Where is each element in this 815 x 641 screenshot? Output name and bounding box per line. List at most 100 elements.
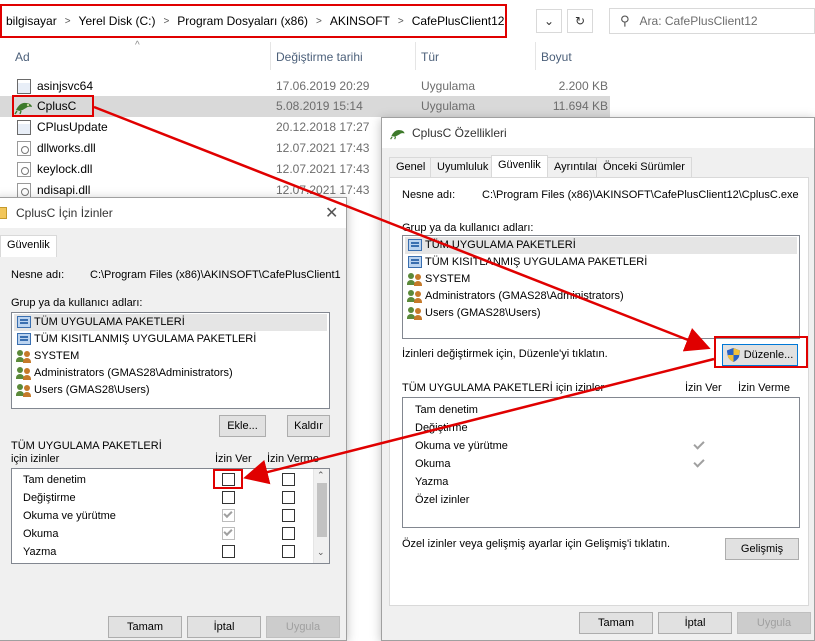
deny-write-checkbox[interactable]	[282, 545, 295, 558]
breadcrumb-item[interactable]: AKINSOFT	[330, 14, 390, 28]
advanced-button[interactable]: Gelişmiş	[725, 538, 799, 560]
list-item[interactable]: TÜM UYGULAMA PAKETLERİ	[405, 237, 797, 254]
users-icon	[16, 367, 32, 380]
permissions-scrollbar[interactable]: ⌃ ⌄	[313, 469, 329, 563]
group-icon	[17, 333, 31, 345]
file-date: 20.12.2018 17:27	[276, 120, 370, 134]
permissions-header: TÜM UYGULAMA PAKETLERİ	[11, 440, 162, 452]
tab-security[interactable]: Güvenlik	[491, 155, 548, 178]
file-date: 17.06.2019 20:29	[276, 79, 370, 93]
file-row[interactable]: asinjsvc64 17.06.2019 20:29 Uygulama 2.2…	[0, 76, 610, 97]
permission-label: Yazma	[23, 546, 57, 558]
list-item-label: Users (GMAS28\Users)	[425, 307, 541, 319]
tab-previous-versions[interactable]: Önceki Sürümler	[596, 157, 692, 178]
file-name: asinjsvc64	[37, 79, 94, 93]
object-name-value: C:\Program Files (x86)\AKINSOFT\CafePlus…	[90, 269, 341, 281]
breadcrumb-item[interactable]: CafePlusClient12	[412, 14, 505, 28]
column-header-name[interactable]: Ad	[15, 50, 30, 64]
permission-label: Okuma ve yürütme	[415, 440, 508, 452]
apply-button[interactable]: Uygula	[266, 616, 340, 638]
permission-label: Özel izinler	[415, 494, 470, 506]
properties-title-bar: CplusC Özellikleri ✕	[382, 118, 814, 148]
file-date: 5.08.2019 15:14	[276, 99, 363, 113]
refresh-icon[interactable]: ↻	[567, 9, 593, 33]
exe-icon	[17, 79, 31, 94]
permission-label: Değiştirme	[23, 492, 76, 504]
search-input[interactable]: ⚲ Ara: CafePlusClient12	[609, 8, 815, 34]
remove-button[interactable]: Kaldır	[287, 415, 330, 437]
allow-header: İzin Ver	[215, 453, 252, 465]
column-header-type[interactable]: Tür	[421, 50, 439, 64]
dll-icon	[17, 183, 31, 198]
permission-label: Okuma	[23, 528, 59, 540]
close-icon[interactable]: ✕	[325, 203, 338, 223]
tab-security[interactable]: Güvenlik	[0, 235, 57, 258]
list-item-label: TÜM KISITLANMIŞ UYGULAMA PAKETLERİ	[425, 256, 648, 268]
exe-icon	[17, 120, 31, 135]
breadcrumb-separator-icon[interactable]: >	[398, 16, 404, 27]
search-placeholder: Ara: CafePlusClient12	[639, 14, 758, 28]
folder-icon	[0, 207, 7, 219]
breadcrumb-separator-icon[interactable]: >	[163, 16, 169, 27]
allow-header: İzin Ver	[685, 382, 722, 394]
address-bar[interactable]: bilgisayar > Yerel Disk (C:) > Program D…	[0, 4, 507, 38]
file-size: 2.200 KB	[558, 79, 608, 93]
breadcrumb-item[interactable]: Yerel Disk (C:)	[79, 14, 156, 28]
checkmark-icon	[693, 456, 705, 468]
address-dropdown-icon[interactable]: ⌄	[536, 9, 562, 33]
tab-compatibility[interactable]: Uyumluluk	[430, 157, 496, 178]
cancel-button[interactable]: İptal	[658, 612, 732, 634]
column-header-size[interactable]: Boyut	[541, 50, 572, 64]
breadcrumb-separator-icon[interactable]: >	[316, 16, 322, 27]
edit-hint: İzinleri değiştirmek için, Düzenle'yi tı…	[402, 348, 608, 360]
permissions-dialog: CplusC İçin İzinler ✕ Güvenlik Nesne adı…	[0, 197, 347, 641]
column-header-date[interactable]: Değiştirme tarihi	[276, 50, 363, 64]
object-name-label: Nesne adı:	[11, 269, 65, 281]
security-panel: Nesne adı: C:\Program Files (x86)\AKINSO…	[389, 177, 809, 606]
annotation-highlight-cplusc	[12, 95, 94, 117]
ok-button[interactable]: Tamam	[579, 612, 653, 634]
allow-modify-checkbox[interactable]	[222, 491, 235, 504]
apply-button[interactable]: Uygula	[737, 612, 811, 634]
annotation-highlight-edit	[714, 336, 808, 368]
group-user-list[interactable]: TÜM UYGULAMA PAKETLERİ TÜM KISITLANMIŞ U…	[11, 312, 330, 409]
scroll-down-icon[interactable]: ⌄	[317, 547, 325, 558]
file-type: Uygulama	[421, 99, 476, 113]
permission-label: Okuma	[415, 458, 451, 470]
list-item-label: TÜM UYGULAMA PAKETLERİ	[34, 316, 185, 328]
group-user-list[interactable]: TÜM UYGULAMA PAKETLERİ TÜM KISITLANMIŞ U…	[402, 235, 800, 339]
deny-modify-checkbox[interactable]	[282, 491, 295, 504]
deny-header: İzin Verme	[738, 382, 790, 394]
file-name: keylock.dll	[37, 162, 93, 176]
ok-button[interactable]: Tamam	[108, 616, 182, 638]
advanced-hint: Özel izinler veya gelişmiş ayarlar için …	[402, 538, 671, 550]
breadcrumb-separator-icon[interactable]: >	[65, 16, 71, 27]
allow-write-checkbox[interactable]	[222, 545, 235, 558]
allow-read-checkbox[interactable]	[222, 526, 235, 540]
scroll-up-icon[interactable]: ⌃	[317, 470, 325, 481]
deny-read-checkbox[interactable]	[282, 527, 295, 540]
deny-full-control-checkbox[interactable]	[282, 473, 295, 486]
scrollbar-thumb[interactable]	[317, 483, 327, 537]
breadcrumb-item[interactable]: bilgisayar	[6, 14, 57, 28]
users-icon	[407, 307, 423, 320]
users-icon	[407, 290, 423, 303]
cancel-button[interactable]: İptal	[187, 616, 261, 638]
list-item[interactable]: TÜM UYGULAMA PAKETLERİ	[14, 314, 327, 331]
users-icon	[407, 273, 423, 286]
deny-read-execute-checkbox[interactable]	[282, 509, 295, 522]
file-name: CPlusUpdate	[37, 120, 108, 134]
permissions-header: TÜM UYGULAMA PAKETLERİ için izinler	[402, 382, 605, 394]
tab-general[interactable]: Genel	[389, 157, 433, 178]
permission-label: Okuma ve yürütme	[23, 510, 116, 522]
breadcrumb-item[interactable]: Program Dosyaları (x86)	[177, 14, 308, 28]
file-type: Uygulama	[421, 79, 476, 93]
users-icon	[16, 350, 32, 363]
permissions-title-bar: CplusC İçin İzinler ✕	[0, 198, 346, 228]
annotation-highlight-full-control	[213, 469, 243, 489]
allow-read-execute-checkbox[interactable]	[222, 508, 235, 522]
list-item-label: TÜM UYGULAMA PAKETLERİ	[425, 239, 576, 251]
properties-title: CplusC Özellikleri	[412, 126, 507, 140]
file-date: 12.07.2021 17:43	[276, 183, 370, 197]
add-button[interactable]: Ekle...	[219, 415, 266, 437]
